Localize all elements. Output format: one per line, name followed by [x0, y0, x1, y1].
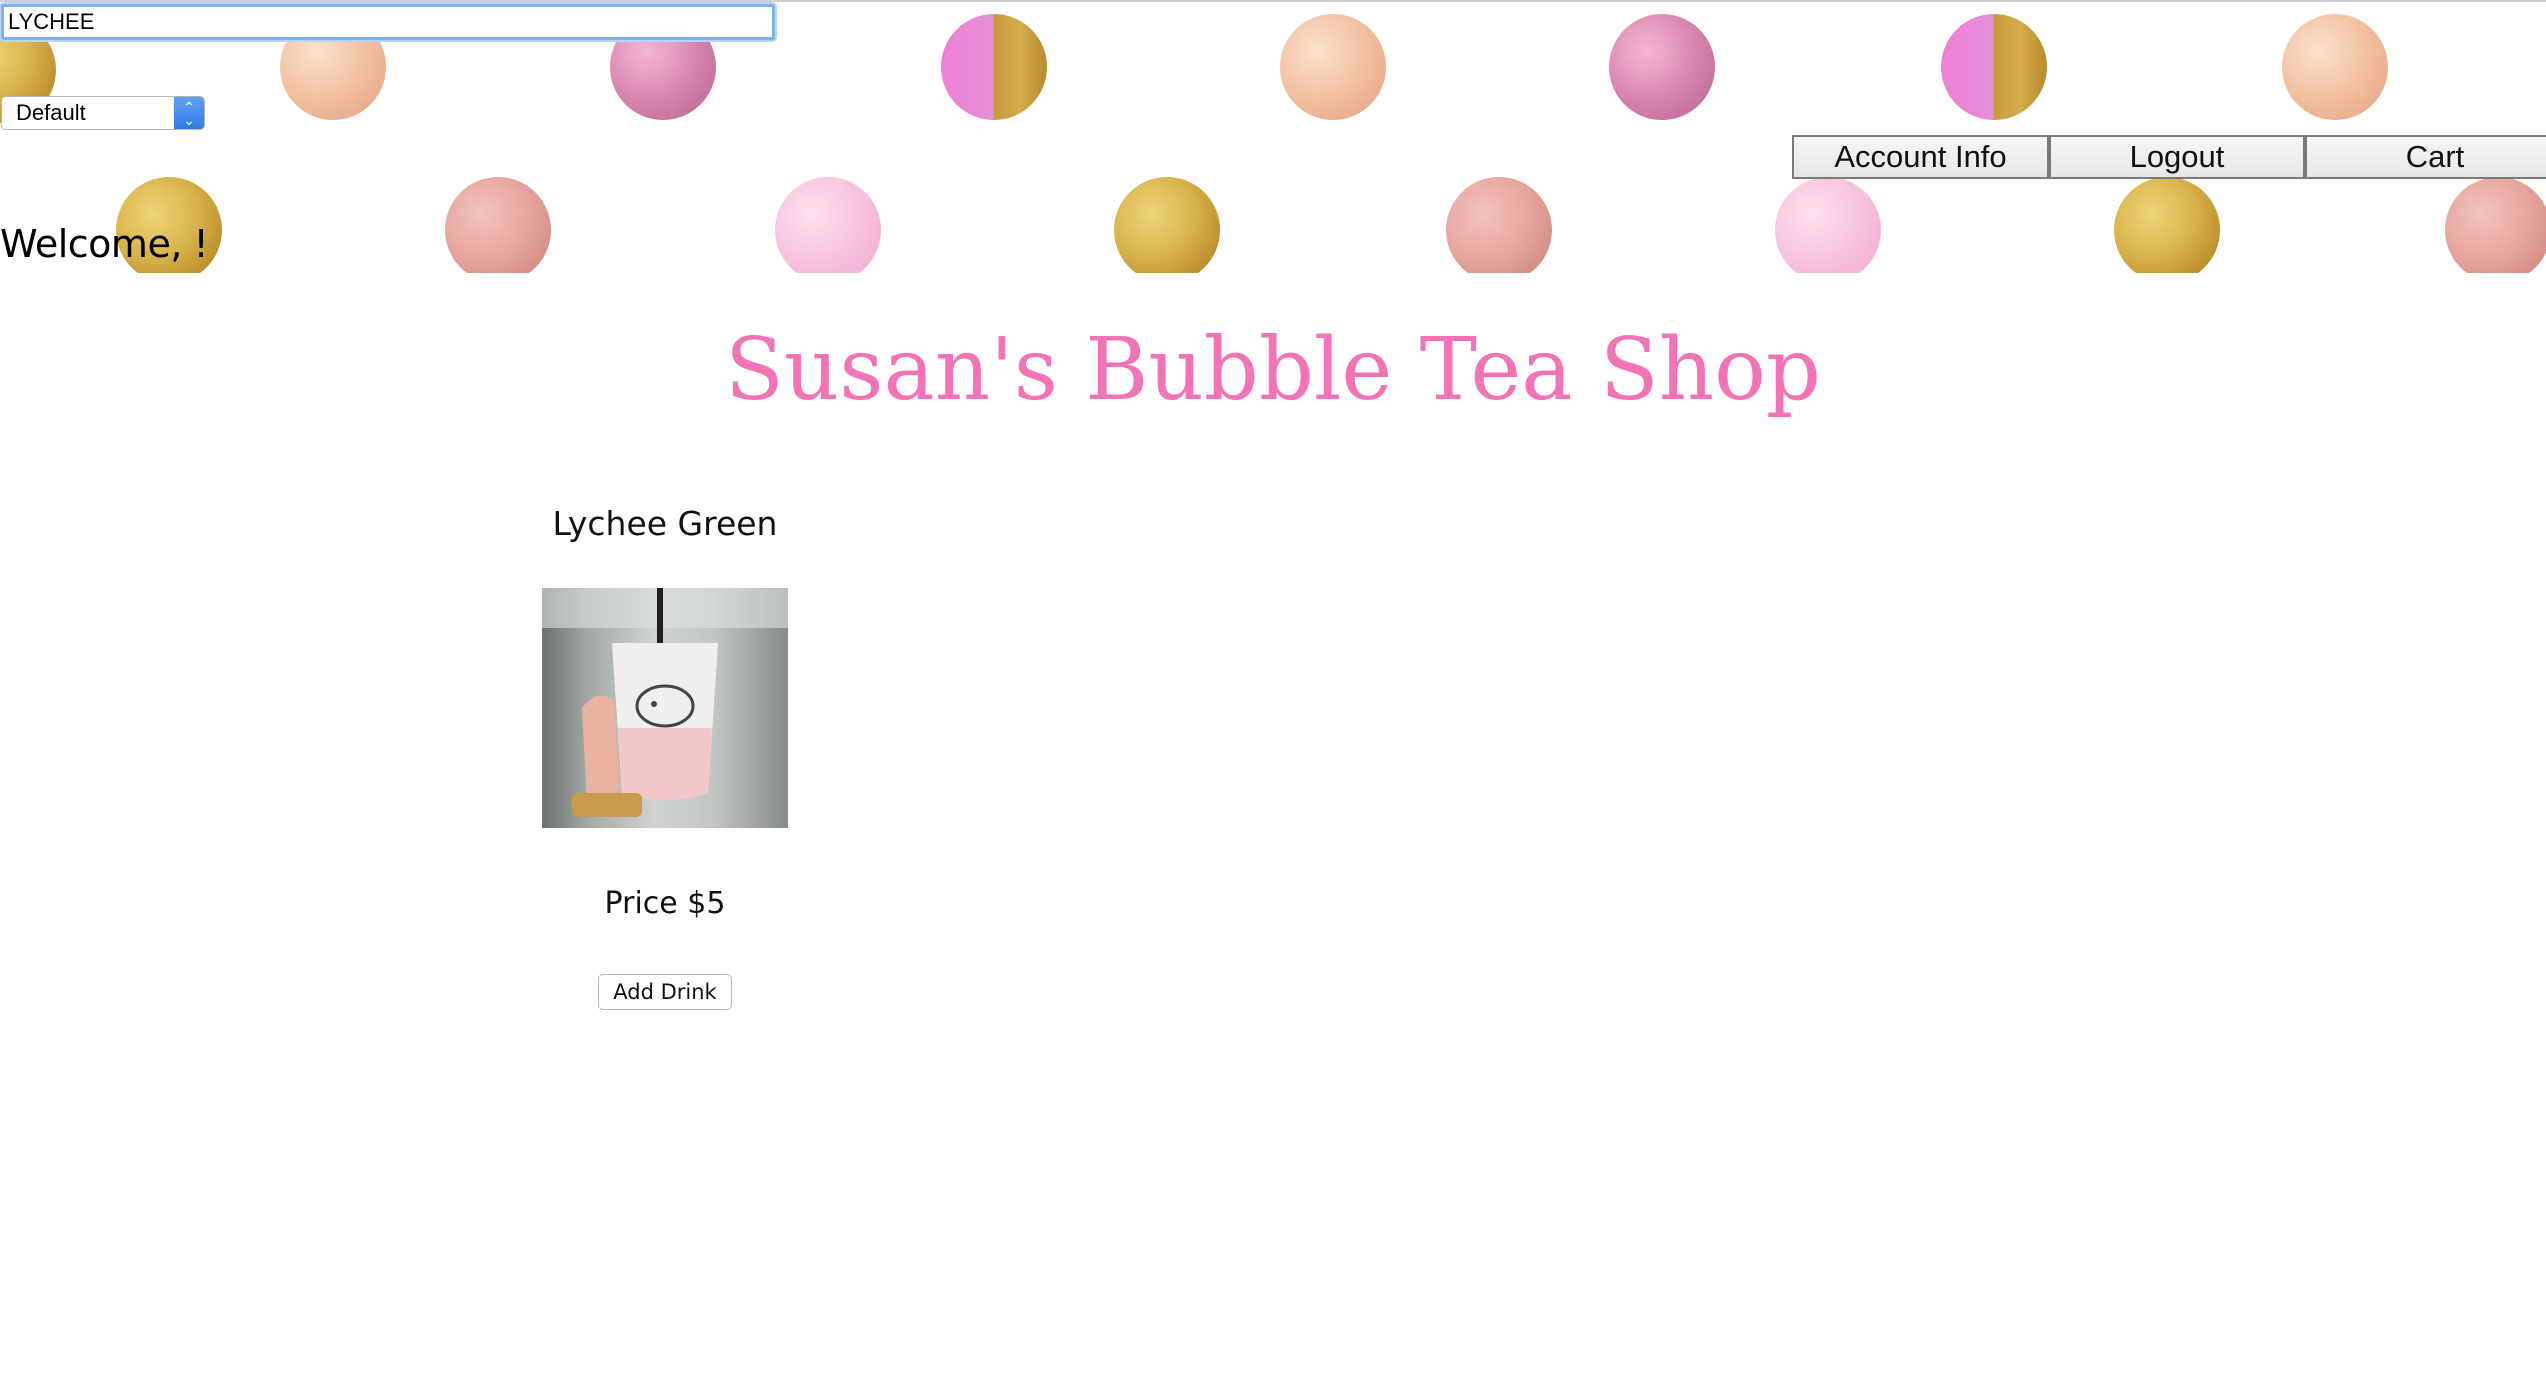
sort-select-value: Default — [16, 100, 86, 125]
banner-dot — [1446, 177, 1552, 273]
page-title: Susan's Bubble Tea Shop — [725, 320, 1821, 420]
banner-dot — [1280, 14, 1386, 120]
logout-button[interactable]: Logout — [2049, 135, 2305, 179]
banner-dot — [2282, 14, 2388, 120]
banner-dot — [941, 14, 1047, 120]
banner-dot — [445, 177, 551, 273]
banner-dot — [2114, 177, 2220, 273]
sort-select[interactable]: Default ⌃ ⌄ — [1, 96, 205, 130]
product-price: Price $5 — [604, 886, 726, 921]
page: Default ⌃⌄ Account Info Logout Cart Welc… — [0, 0, 2546, 1398]
banner-dot — [775, 177, 881, 273]
add-drink-button[interactable]: Add Drink — [598, 974, 732, 1010]
welcome-message: Welcome, ! — [0, 222, 209, 266]
account-info-button[interactable]: Account Info — [1792, 135, 2049, 179]
cart-button[interactable]: Cart — [2305, 135, 2546, 179]
banner-dot — [1775, 177, 1881, 273]
product-photo — [542, 588, 788, 817]
product-image — [542, 588, 788, 828]
product-name: Lychee Green — [552, 504, 778, 543]
banner-dot — [1114, 177, 1220, 273]
search-input[interactable] — [1, 4, 775, 40]
banner-dot — [2445, 177, 2546, 273]
banner-dot — [1941, 14, 2047, 120]
banner-dot — [1609, 14, 1715, 120]
updown-chevron-icon: ⌃ ⌄ — [174, 97, 204, 129]
